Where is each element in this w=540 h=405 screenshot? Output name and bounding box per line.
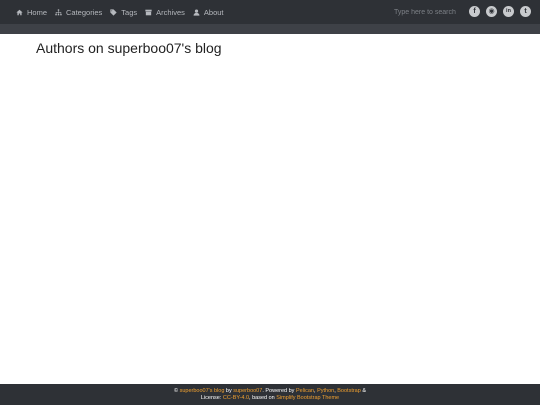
- top-navbar: Home Categories Tags Archives About f ◉ …: [0, 0, 540, 24]
- twitter-icon[interactable]: t: [520, 6, 531, 17]
- theme-link[interactable]: Simplify Bootstrap Theme: [276, 395, 339, 401]
- author-link[interactable]: superboo07: [233, 388, 262, 394]
- license-link[interactable]: CC-BY-4.0: [223, 395, 249, 401]
- nav-item-label: Archives: [156, 7, 185, 17]
- blog-link[interactable]: superboo07's blog: [180, 388, 225, 394]
- page-title: Authors on superboo07's blog: [36, 40, 222, 56]
- sub-header-bar: [0, 24, 540, 34]
- linkedin-icon[interactable]: in: [503, 6, 514, 17]
- footer: © superboo07's blog by superboo07. Power…: [0, 384, 540, 405]
- footer-line-credits: © superboo07's blog by superboo07. Power…: [174, 388, 366, 394]
- nav-item-label: About: [203, 7, 224, 17]
- nav-item-label: Tags: [121, 7, 138, 17]
- pelican-link[interactable]: Pelican: [296, 388, 314, 394]
- nav-item-archives[interactable]: Archives: [145, 8, 185, 17]
- facebook-icon[interactable]: f: [469, 6, 480, 17]
- search-input[interactable]: [392, 6, 460, 18]
- nav-item-label: Categories: [66, 7, 103, 17]
- social-links: f ◉ in t: [469, 6, 531, 17]
- home-icon: [16, 9, 23, 15]
- tag-icon: [110, 8, 117, 16]
- archive-icon: [145, 9, 152, 15]
- github-icon[interactable]: ◉: [486, 6, 497, 17]
- user-icon: [193, 8, 200, 16]
- nav-item-about[interactable]: About: [193, 8, 224, 17]
- nav-item-home[interactable]: Home: [16, 8, 47, 17]
- nav-item-categories[interactable]: Categories: [55, 8, 102, 17]
- bootstrap-link[interactable]: Bootstrap: [337, 388, 361, 394]
- python-link[interactable]: Python: [317, 388, 334, 394]
- nav-item-tags[interactable]: Tags: [110, 8, 137, 17]
- nav-menu: Home Categories Tags Archives About: [16, 0, 224, 24]
- footer-line-license: License: CC-BY-4.0, based on Simplify Bo…: [200, 395, 340, 402]
- nav-item-label: Home: [27, 7, 48, 17]
- categories-icon: [55, 8, 62, 15]
